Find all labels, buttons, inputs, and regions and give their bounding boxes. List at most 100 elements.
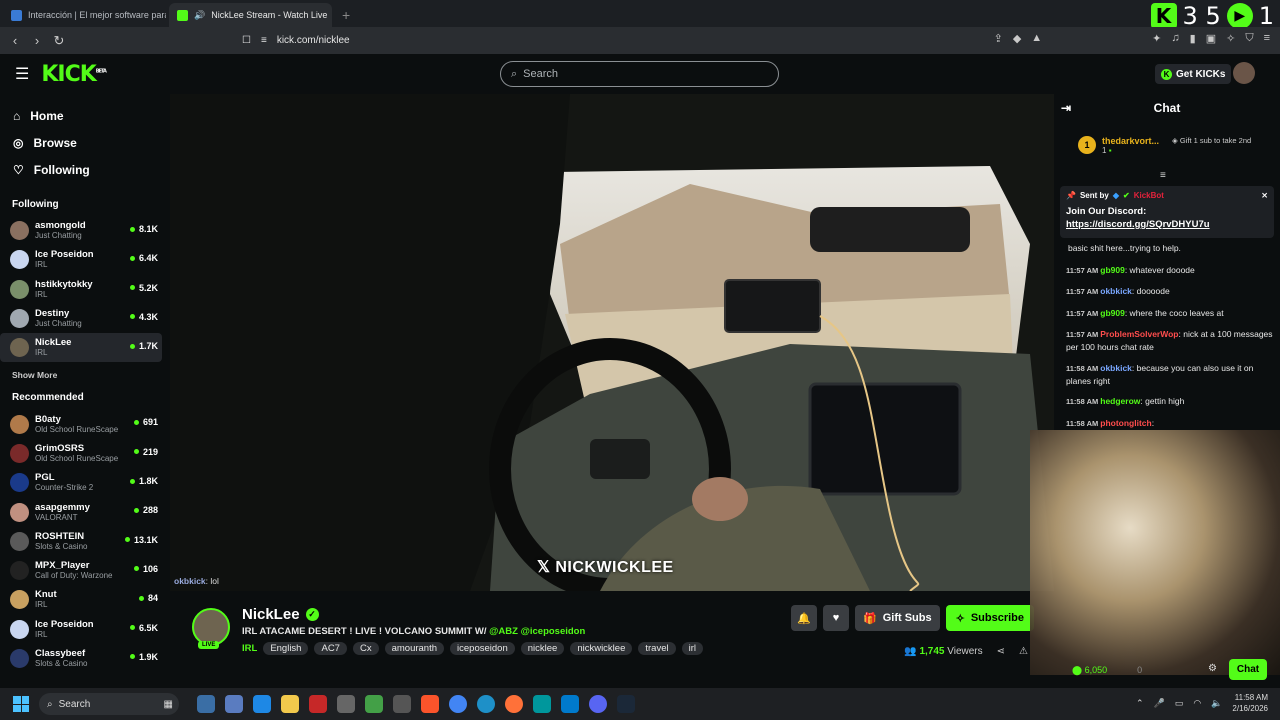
message-user[interactable]: okbkick <box>1100 286 1132 296</box>
sidebar-channel[interactable]: asapgemmy VALORANT 288 <box>0 497 162 526</box>
display-icon[interactable]: ▭ <box>1175 698 1184 709</box>
show-more-link[interactable]: Show More <box>0 370 170 380</box>
sidebar-channel[interactable]: MPX_Player Call of Duty: Warzone 106 <box>0 556 162 585</box>
steam-icon[interactable] <box>617 695 635 713</box>
kicks-balance[interactable]: ⬤ 6,050 <box>1072 665 1107 676</box>
vscode-icon[interactable] <box>561 695 579 713</box>
hamburger-menu-icon[interactable]: ☰ <box>15 64 29 84</box>
sidebar-channel[interactable]: hstikkytokky IRL 5.2K <box>0 275 162 304</box>
new-tab-button[interactable]: + <box>342 3 350 27</box>
arduino-icon[interactable] <box>533 695 551 713</box>
follow-button[interactable]: ♥ <box>823 605 849 631</box>
report-icon[interactable]: ⚠ <box>1019 646 1028 657</box>
reload-icon[interactable]: ↻ <box>48 33 70 49</box>
stream-tag[interactable]: irl <box>681 642 703 655</box>
nav-home[interactable]: ⌂ Home <box>0 102 170 129</box>
sidebar-channel[interactable]: NickLee IRL 1.7K <box>0 333 162 363</box>
gift-prompt[interactable]: ◈ Gift 1 sub to take 2nd <box>1172 136 1272 145</box>
taskbar-search[interactable]: ⌕ Search ▦ <box>39 693 179 715</box>
app-icon[interactable] <box>309 695 327 713</box>
message-user[interactable]: hedgerow <box>1100 396 1140 406</box>
sidebar-channel[interactable]: PGL Counter-Strike 2 1.8K <box>0 468 162 497</box>
sidebar-channel[interactable]: GrimOSRS Old School RuneScape 219 <box>0 439 162 468</box>
sidebar-channel[interactable]: Classybeef Slots & Casino 1.9K <box>0 644 162 673</box>
collapse-chat-icon[interactable]: ⇥ <box>1061 101 1071 115</box>
message-user[interactable]: okbkick <box>1100 363 1132 373</box>
pinned-expand-icon[interactable]: ≡ <box>1160 170 1166 181</box>
stream-tag[interactable]: AC7 <box>314 642 347 655</box>
pinned-message[interactable]: 📌 Sent by ◆ ✔ KickBot ⨯ Join Our Discord: http… <box>1060 186 1274 238</box>
streamer-name[interactable]: NickLee ✓ <box>242 606 319 623</box>
app-icon[interactable] <box>337 695 355 713</box>
address-bar[interactable]: ☐ ≡ kick.com/nicklee <box>242 30 970 51</box>
stream-tag[interactable]: amouranth <box>384 642 445 655</box>
notification-button[interactable]: 🔔 <box>791 605 817 631</box>
brave-shield-icon[interactable]: ◆ <box>1013 32 1021 45</box>
rewards-icon[interactable]: ▲ <box>1031 32 1042 45</box>
search-input[interactable]: ⌕ Search <box>500 61 779 87</box>
unpin-icon[interactable]: ⨯ <box>1261 191 1268 200</box>
sidebar-channel[interactable]: asmongold Just Chatting 8.1K <box>0 216 162 245</box>
browser-tab[interactable]: Interacción | El mejor software para p <box>3 3 166 27</box>
share-icon[interactable]: ⇪ <box>994 32 1003 45</box>
forward-icon[interactable]: › <box>26 33 48 48</box>
stream-tag[interactable]: English <box>263 642 309 655</box>
stream-tag[interactable]: nickwicklee <box>570 642 633 655</box>
video-player[interactable]: 𝕏 NICKWICKLEE okbkick: lol <box>170 94 1054 591</box>
sidebar-channel[interactable]: Destiny Just Chatting 4.3K <box>0 304 162 333</box>
category-link[interactable]: IRL <box>242 643 257 654</box>
extensions-icon[interactable]: ✦ <box>1152 32 1161 45</box>
stream-tag[interactable]: Cx <box>352 642 379 655</box>
chat-settings-icon[interactable]: ⚙ <box>1208 663 1217 674</box>
chevron-up-icon[interactable]: ⌃ <box>1136 698 1144 709</box>
back-icon[interactable]: ‹ <box>4 33 26 48</box>
stream-tag[interactable]: travel <box>638 642 676 655</box>
wallet-icon[interactable]: ▣ <box>1206 32 1216 45</box>
kick-logo[interactable]: KICKBETA <box>41 62 107 87</box>
gift-subs-button[interactable]: 🎁 Gift Subs <box>855 605 940 631</box>
message-user[interactable]: gb909 <box>1100 265 1125 275</box>
chrome-icon[interactable] <box>449 695 467 713</box>
leader-name[interactable]: thedarkvort... <box>1102 136 1159 146</box>
user-avatar[interactable] <box>1233 62 1255 84</box>
mic-icon[interactable]: 🎤 <box>1154 698 1165 709</box>
firefox-icon[interactable] <box>505 695 523 713</box>
app-icon[interactable] <box>225 695 243 713</box>
wifi-icon[interactable]: ◠ <box>1193 698 1201 709</box>
subscribe-button[interactable]: ✧ Subscribe <box>945 605 1034 631</box>
discord-icon[interactable] <box>589 695 607 713</box>
chat-send-button[interactable]: Chat <box>1229 659 1267 680</box>
sidebar-channel[interactable]: Ice Poseidon IRL 6.5K <box>0 615 162 644</box>
site-info-icon[interactable]: ≡ <box>261 35 267 46</box>
app-icon[interactable] <box>253 695 271 713</box>
browser-tab-active[interactable]: 🔊 NickLee Stream - Watch Live ✕ <box>169 3 332 27</box>
menu-icon[interactable]: ≡ <box>1264 32 1270 45</box>
get-kicks-button[interactable]: K Get KICKs <box>1155 64 1232 84</box>
stream-tag[interactable]: iceposeidon <box>450 642 515 655</box>
volume-icon[interactable]: 🔈 <box>1211 698 1222 709</box>
media-icon[interactable]: ♫ <box>1171 32 1179 45</box>
sidebar-channel[interactable]: Knut IRL 84 <box>0 585 162 614</box>
message-user[interactable]: ProblemSolverWop <box>1100 329 1178 339</box>
sidebar-channel[interactable]: Ice Poseidon IRL 6.4K <box>0 245 162 274</box>
folder-icon[interactable] <box>281 695 299 713</box>
vpn-icon[interactable]: ⛉ <box>1245 32 1253 45</box>
bookmark-icon[interactable]: ☐ <box>242 35 251 46</box>
clock[interactable]: 11:58 AM 2/16/2026 <box>1232 692 1268 714</box>
stream-tag[interactable]: nicklee <box>520 642 565 655</box>
brave-icon[interactable] <box>421 695 439 713</box>
share-icon[interactable]: ⋖ <box>997 646 1005 657</box>
windows-start-icon[interactable] <box>13 696 29 712</box>
app-icon[interactable] <box>393 695 411 713</box>
nav-browse[interactable]: ◎ Browse <box>0 129 170 156</box>
leo-icon[interactable]: ✧ <box>1226 32 1235 45</box>
message-user[interactable]: photonglitch <box>1100 418 1151 428</box>
message-user[interactable]: gb909 <box>1100 308 1125 318</box>
stream-title-mentions[interactable]: @ABZ @iceposeidon <box>489 626 585 637</box>
app-icon[interactable] <box>197 695 215 713</box>
app-icon[interactable] <box>365 695 383 713</box>
nav-following[interactable]: ♡ Following <box>0 156 170 183</box>
pinned-link[interactable]: https://discord.gg/SQrvDHYU7u <box>1066 219 1210 230</box>
sidebar-channel[interactable]: B0aty Old School RuneScape 691 <box>0 409 162 438</box>
sidebar-icon[interactable]: ▮ <box>1190 32 1196 45</box>
